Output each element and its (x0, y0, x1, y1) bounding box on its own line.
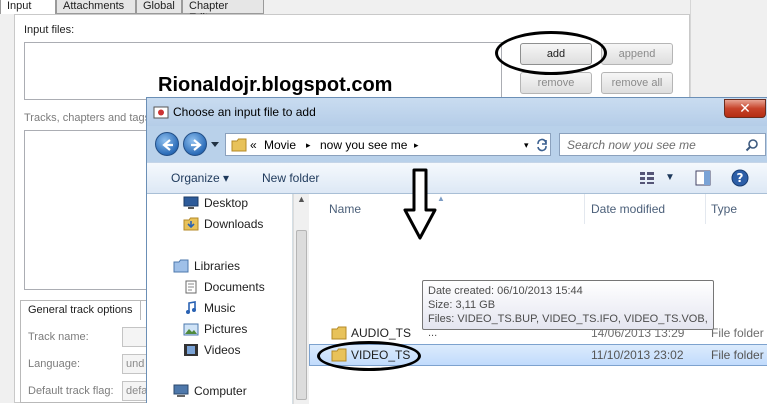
close-button[interactable]: ✕ (724, 99, 766, 118)
libraries-icon (173, 259, 189, 273)
background-window-edge (690, 0, 767, 100)
folder-icon (331, 326, 347, 340)
music-icon (186, 301, 196, 314)
column-separator[interactable] (584, 194, 585, 224)
dialog-title: Choose an input file to add (173, 105, 316, 119)
tab-chapter-editor[interactable]: Chapter Editor (182, 0, 264, 24)
search-input[interactable]: Search now you see me (559, 133, 766, 156)
nav-item-music[interactable]: Music (183, 301, 235, 315)
nav-scroll-thumb[interactable] (296, 230, 307, 400)
desktop-icon (183, 196, 199, 209)
tab-input[interactable]: Input (0, 0, 56, 14)
breadcrumb-now-you-see-me[interactable]: now you see me (320, 138, 407, 152)
forward-button[interactable] (183, 132, 207, 156)
column-header-date-modified[interactable]: Date modified (591, 202, 665, 216)
sort-indicator-icon: ▲ (437, 194, 445, 203)
dialog-titlebar[interactable]: Choose an input file to add ✕ (147, 98, 767, 126)
new-folder-button[interactable]: New folder (262, 171, 319, 185)
tab-attachments[interactable]: Attachments (56, 0, 136, 14)
watermark-text: Rionaldojr.blogspot.com (158, 74, 393, 96)
nav-item-desktop[interactable]: Desktop (183, 196, 248, 210)
column-separator[interactable] (705, 194, 706, 224)
address-row: « Movie ▸ now you see me ▸ ▾ Search now … (147, 126, 767, 162)
remove-button[interactable]: remove (520, 72, 592, 94)
videos-icon (184, 344, 198, 356)
file-type: File folder (711, 326, 764, 340)
highlight-ellipse-add (495, 31, 607, 75)
scroll-up-icon[interactable]: ▲ (297, 194, 306, 204)
annotation-down-arrow-icon (403, 168, 437, 240)
language-label: Language: (28, 358, 80, 370)
append-button[interactable]: append (601, 43, 673, 65)
nav-item-downloads[interactable]: Downloads (183, 217, 263, 231)
nav-item-videos[interactable]: Videos (183, 343, 240, 357)
file-type: File folder (711, 348, 764, 362)
input-files-label: Input files: (24, 24, 75, 36)
tab-global[interactable]: Global (136, 0, 182, 14)
column-header-type[interactable]: Type (711, 202, 737, 216)
highlight-ellipse-video-ts (317, 341, 421, 371)
nav-item-documents[interactable]: Documents (183, 280, 265, 294)
breadcrumb-chevron-icon[interactable]: ▸ (414, 140, 419, 151)
search-placeholder: Search now you see me (567, 138, 696, 152)
search-icon[interactable] (745, 138, 759, 152)
back-button[interactable] (155, 132, 179, 156)
tab-general-track-options[interactable]: General track options (20, 300, 141, 320)
tooltip-size: Size: 3,11 GB (428, 299, 496, 311)
help-icon[interactable]: ? (731, 169, 749, 187)
documents-icon (185, 280, 197, 294)
nav-item-computer[interactable]: Computer (173, 384, 247, 398)
main-tabbar: Input Attachments Global Chapter Editor (0, 0, 690, 24)
remove-all-button[interactable]: remove all (601, 72, 673, 94)
back-arrow-icon (162, 139, 173, 151)
breadcrumb-chevron-icon[interactable]: ▸ (306, 140, 311, 151)
address-dropdown-icon[interactable]: ▾ (524, 140, 529, 151)
tooltip-files: Files: VIDEO_TS.BUP, VIDEO_TS.IFO, VIDEO… (428, 313, 708, 339)
recent-locations-icon[interactable] (210, 141, 220, 149)
app-icon (153, 106, 169, 119)
nav-item-pictures[interactable]: Pictures (183, 322, 247, 336)
folder-icon (231, 138, 247, 152)
nav-scrollbar[interactable]: ▲ (293, 194, 309, 404)
default-track-flag-label: Default track flag: (28, 385, 114, 397)
navigation-pane: Desktop Downloads Libraries Documents Mu… (147, 194, 293, 404)
downloads-icon (183, 217, 199, 231)
track-name-label: Track name: (28, 331, 89, 343)
forward-arrow-icon (191, 139, 202, 151)
view-options-icon[interactable] (639, 171, 655, 185)
column-header-name[interactable]: Name (329, 202, 361, 216)
file-date: 11/10/2013 23:02 (591, 348, 684, 362)
refresh-icon[interactable] (535, 138, 549, 152)
breadcrumb-overflow[interactable]: « (250, 138, 257, 152)
breadcrumb-movie[interactable]: Movie (264, 138, 296, 152)
svg-text:?: ? (737, 171, 744, 185)
folder-tooltip: Date created: 06/10/2013 15:44 Size: 3,1… (422, 280, 714, 339)
preview-pane-icon[interactable] (695, 170, 711, 186)
command-toolbar: Organize ▾ New folder ▼ ? (147, 162, 767, 194)
computer-icon (173, 384, 189, 397)
organize-button[interactable]: Organize ▾ (171, 171, 229, 185)
tooltip-date-created: Date created: 06/10/2013 15:44 (428, 285, 583, 297)
pictures-icon (183, 323, 199, 336)
view-dropdown-icon[interactable]: ▼ (665, 172, 675, 183)
address-bar[interactable]: « Movie ▸ now you see me ▸ ▾ (225, 133, 551, 156)
file-name: AUDIO_TS (351, 326, 412, 340)
nav-item-libraries[interactable]: Libraries (173, 259, 240, 273)
tracks-list[interactable] (24, 130, 164, 290)
choose-file-dialog: Choose an input file to add ✕ « Movie ▸ … (146, 97, 767, 404)
tracks-label: Tracks, chapters and tags: (24, 112, 154, 124)
